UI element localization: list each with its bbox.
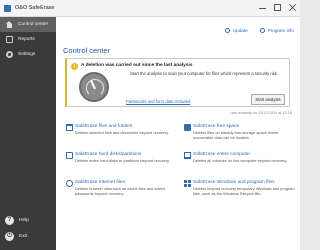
- maximize-icon[interactable]: [274, 4, 281, 11]
- refresh-icon: [224, 28, 230, 33]
- passwords-form-data-link[interactable]: Passwords and form data included: [126, 99, 190, 104]
- globe-icon: [66, 180, 73, 187]
- feature-description: Deletes entire hard disks or partitions …: [75, 158, 170, 163]
- feature-description: Deletes browser data such as cache files…: [75, 186, 165, 196]
- help-button[interactable]: ? Help: [0, 212, 56, 228]
- feature-internet-files[interactable]: SafeErase Internet files Deletes browser…: [66, 180, 176, 205]
- speedometer-icon: [79, 72, 109, 102]
- window-title: O&O SafeErase: [15, 5, 55, 11]
- help-label: Help: [19, 217, 29, 223]
- settings-icon: [6, 51, 13, 58]
- feature-title: SafeErase entire computer: [193, 152, 251, 157]
- exit-label: Exit: [19, 233, 27, 239]
- feature-title: SafeErase Windows and program files: [193, 180, 275, 185]
- computer-icon: [184, 152, 191, 159]
- exit-button[interactable]: ⏻ Exit: [0, 228, 56, 244]
- alert-description: Start the analysis to scan your computer…: [130, 71, 279, 76]
- sidebar-item-reports[interactable]: Reports: [0, 32, 56, 47]
- window-controls: [259, 4, 296, 11]
- alert-title: A deletion was carried out since the las…: [81, 63, 193, 68]
- feature-entire-computer[interactable]: SafeErase entire computer Deletes all vo…: [184, 152, 294, 177]
- feature-title: SafeErase free space: [193, 124, 240, 129]
- sidebar-item-label: Control center: [18, 22, 49, 27]
- app-window: O&O SafeErase Control center Reports Set…: [0, 0, 300, 250]
- sidebar-item-label: Reports: [18, 37, 35, 42]
- feature-title: SafeErase hard disks/partitions: [75, 152, 142, 157]
- power-icon: ⏻: [5, 231, 14, 241]
- feature-description: Deletes all volumes on this computer bey…: [193, 158, 288, 163]
- home-icon: [6, 21, 13, 28]
- warning-icon: !: [71, 63, 78, 70]
- update-link[interactable]: Update: [224, 28, 248, 33]
- hard-disk-icon: [66, 152, 73, 159]
- windows-icon: [184, 180, 191, 187]
- sidebar-bottom: ? Help ⏻ Exit: [0, 212, 56, 244]
- feature-description: Deletes beyond recovery temporary Window…: [193, 186, 295, 196]
- feature-title: SafeErase Internet files: [75, 180, 125, 185]
- page-title: Control center: [63, 46, 111, 55]
- program-info-link[interactable]: Program info: [259, 28, 294, 33]
- trash-icon: [66, 124, 73, 131]
- minimize-icon[interactable]: [259, 4, 266, 11]
- start-analysis-button[interactable]: Start analysis: [251, 94, 285, 105]
- feature-title: SafeErase files and folders: [75, 124, 133, 129]
- update-label: Update: [232, 28, 248, 33]
- sidebar-item-settings[interactable]: Settings: [0, 47, 56, 62]
- reports-icon: [6, 36, 13, 43]
- feature-files-folders[interactable]: SafeErase files and folders Deletes sele…: [66, 124, 176, 149]
- last-analysis-text: Last analysis on 02/12/2024 at 12:18: [229, 111, 292, 115]
- top-links: Update Program info: [224, 28, 294, 33]
- info-icon: [259, 28, 265, 33]
- feature-hard-disks[interactable]: SafeErase hard disks/partitions Deletes …: [66, 152, 176, 177]
- sidebar: Control center Reports Settings ? Help ⏻…: [0, 17, 56, 250]
- program-info-label: Program info: [267, 28, 294, 33]
- feature-description: Deletes selected files and directories b…: [75, 130, 169, 135]
- feature-description: Deletes files on already free storage sp…: [193, 130, 279, 140]
- free-space-icon: [184, 124, 191, 131]
- analysis-alert-panel: ! A deletion was carried out since the l…: [65, 58, 290, 107]
- app-icon: [4, 4, 11, 12]
- feature-free-space[interactable]: SafeErase free space Deletes files on al…: [184, 124, 294, 149]
- title-bar: O&O SafeErase: [0, 0, 300, 17]
- sidebar-item-control-center[interactable]: Control center: [0, 17, 56, 32]
- sidebar-item-label: Settings: [18, 52, 36, 57]
- help-icon: ?: [5, 215, 14, 225]
- close-icon[interactable]: [289, 4, 296, 11]
- feature-windows-program-files[interactable]: SafeErase Windows and program files Dele…: [184, 180, 295, 205]
